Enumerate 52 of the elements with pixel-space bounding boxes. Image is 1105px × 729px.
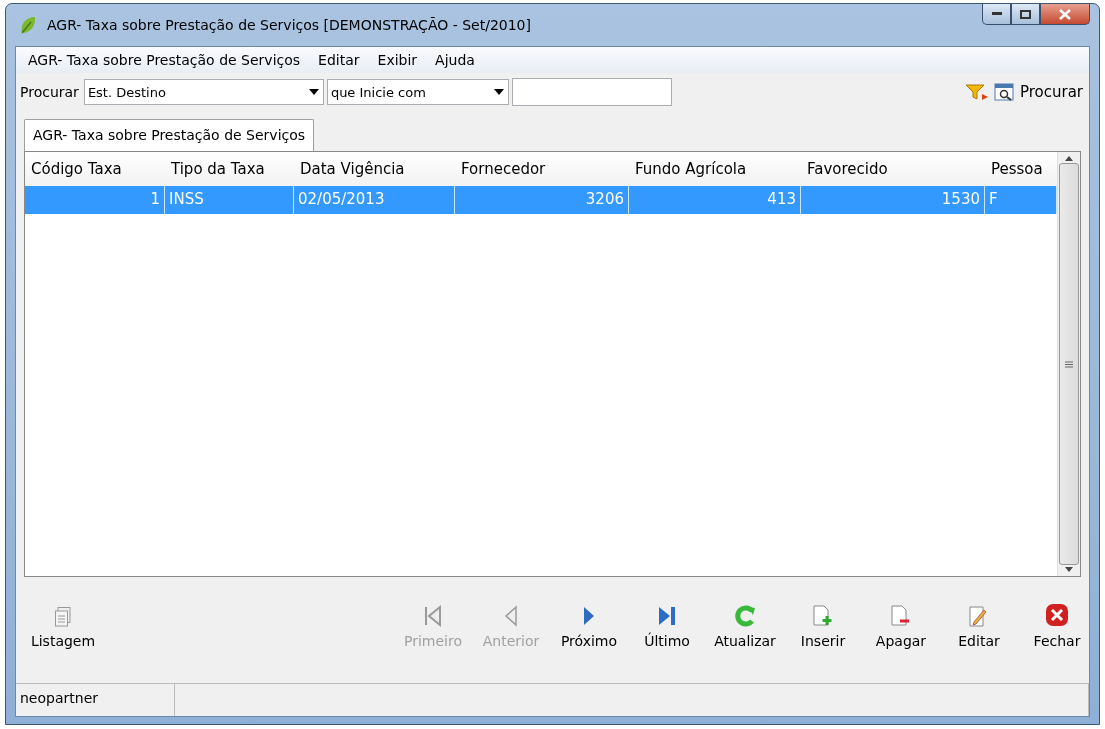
document-minus-icon [891,605,911,627]
filter-icon[interactable] [964,83,989,101]
search-field[interactable] [511,78,672,106]
table-cell: 3206 [455,186,629,214]
toolbar-button[interactable]: Fechar [1022,603,1092,649]
skip-back-icon [423,605,443,627]
field-dropdown[interactable]: Est. Destino [83,79,324,105]
triangle-right-icon [582,605,596,627]
tab[interactable]: AGR- Taxa sobre Prestação de Serviços [24,119,315,151]
search-button[interactable]: Procurar [991,82,1085,102]
menu-item[interactable]: Exibir [377,52,418,68]
toolbar-button[interactable]: Atualizar [710,605,780,649]
menu-item[interactable]: Ajuda [435,52,475,68]
table-cell: 1 [25,186,165,214]
window-title: AGR- Taxa sobre Prestação de Serviços [DEMONSTRAÇÃO - Set/2010] [47,17,532,33]
table-cell: 1530 [801,186,985,214]
maximize-button[interactable] [1011,4,1040,25]
skip-forward-icon [657,605,677,627]
grip-icon [1065,360,1073,368]
scrollbar[interactable] [1057,152,1080,576]
toolbar-button[interactable]: Listagem [28,607,98,649]
maximize-icon [1020,9,1031,19]
toolbar-button[interactable]: Próximo [554,605,624,649]
menu-item[interactable]: Editar [318,52,360,68]
close-icon [1045,603,1069,627]
status-text: neopartner [16,684,175,716]
toolbar-button[interactable]: Apagar [866,605,936,649]
table-cell: INSS [165,186,294,214]
document-plus-icon [813,605,833,627]
triangle-left-icon [504,605,518,627]
leaf-icon [19,15,37,35]
toolbar-button[interactable]: Inserir [788,605,858,649]
document-pencil-icon [969,605,989,627]
refresh-icon [733,605,757,627]
scroll-down-icon[interactable] [1065,567,1073,572]
table-cell: F [985,186,1057,214]
search-label: Procurar [20,84,79,100]
toolbar-button[interactable]: Último [632,605,702,649]
table-cell: 02/05/2013 [294,186,455,214]
minimize-icon [991,12,1002,16]
close-button[interactable] [1040,4,1090,25]
minimize-button[interactable] [982,4,1011,25]
document-icon [55,607,71,627]
table-cell: 413 [629,186,801,214]
menu-item[interactable]: AGR- Taxa sobre Prestação de Serviços [28,52,301,68]
close-icon [1059,8,1071,20]
condition-dropdown[interactable]: que Inicie com [326,79,509,105]
caret-icon [493,89,504,95]
scroll-up-icon[interactable] [1065,156,1073,161]
caret-icon [308,89,319,95]
toolbar-button[interactable]: Editar [944,605,1014,649]
window-magnifier-icon [993,82,1016,102]
